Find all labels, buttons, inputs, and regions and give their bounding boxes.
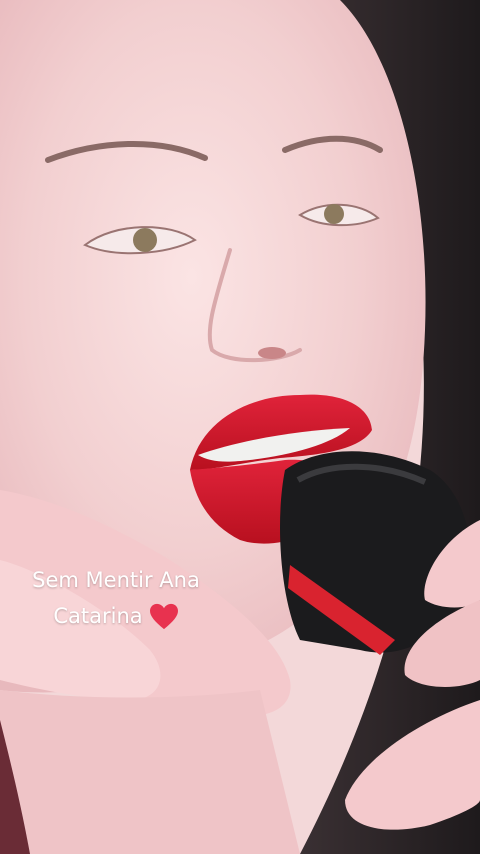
heart-icon [149, 603, 178, 630]
video-scene [0, 0, 480, 854]
caption-line-2: Catarina [0, 598, 232, 634]
video-caption-overlay: Sem Mentir Ana Catarina [0, 562, 232, 634]
caption-line-2-text: Catarina [53, 604, 143, 628]
caption-line-1: Sem Mentir Ana [32, 568, 200, 592]
video-frame[interactable]: Sem Mentir Ana Catarina [0, 0, 480, 854]
